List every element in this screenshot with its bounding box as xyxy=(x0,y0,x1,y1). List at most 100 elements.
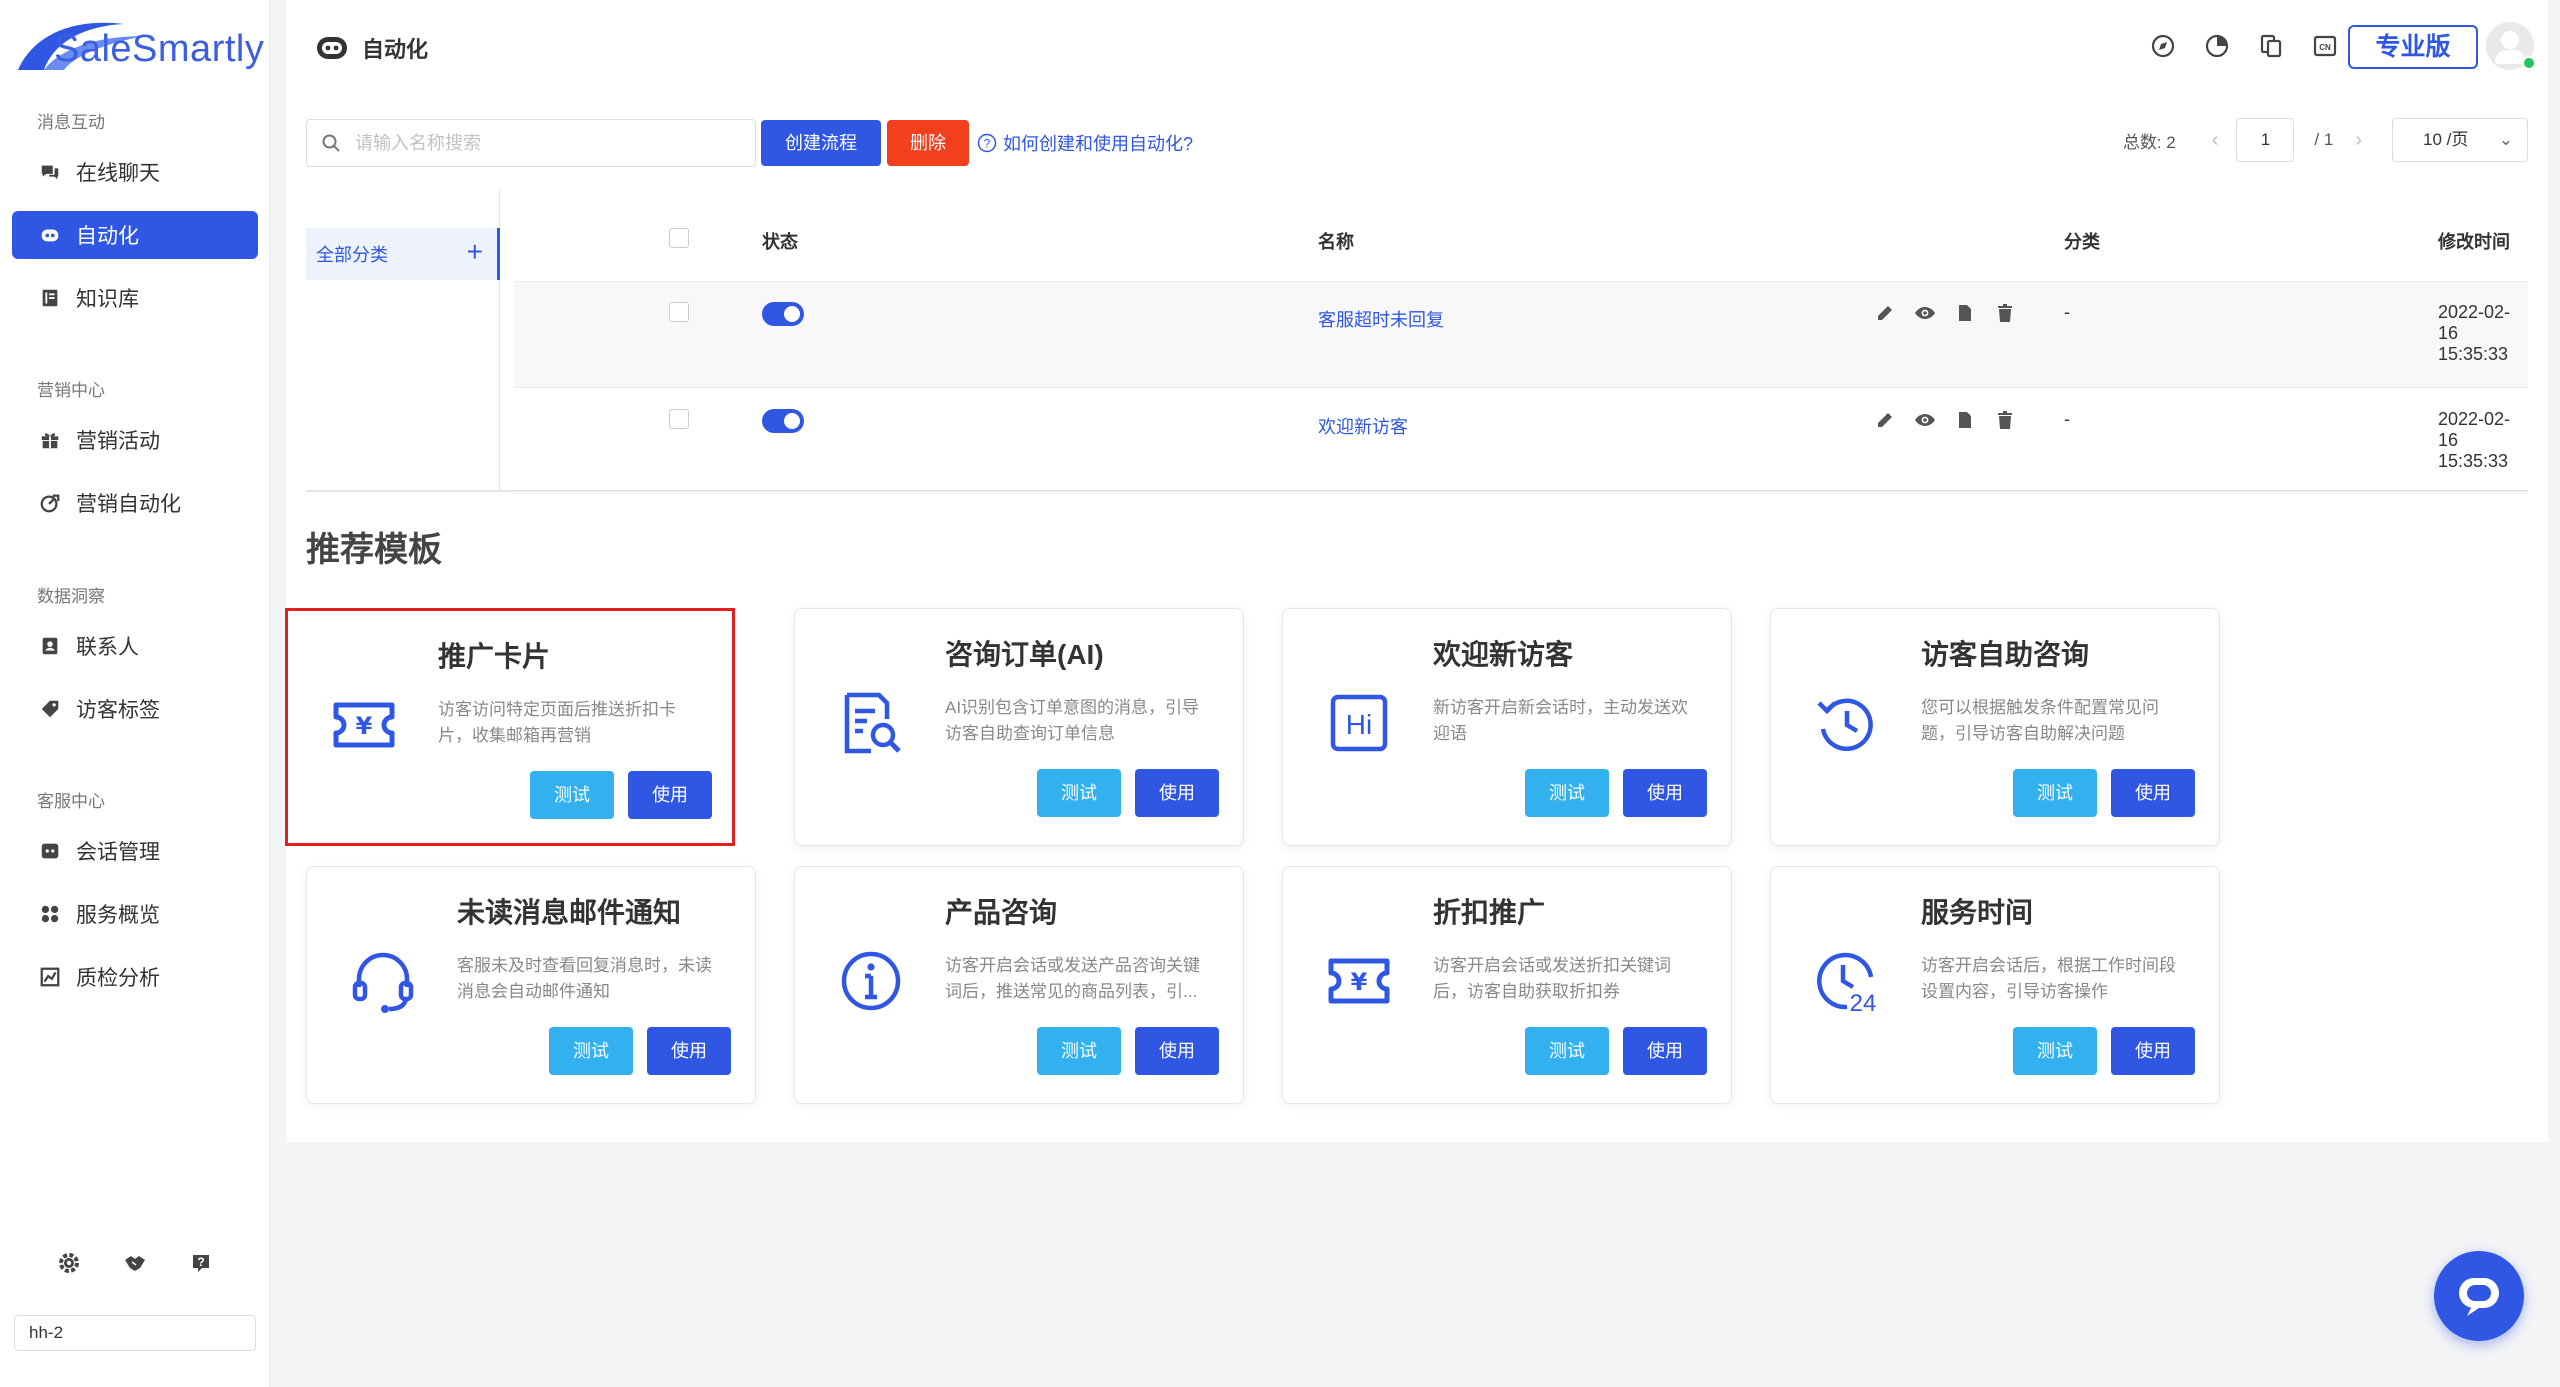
preview-eye-icon[interactable] xyxy=(1914,302,1936,324)
svg-text:CN: CN xyxy=(2319,43,2331,52)
row-actions xyxy=(1874,302,2016,324)
template-title: 咨询订单(AI) xyxy=(945,639,1104,670)
sidebar-item-label: 联系人 xyxy=(76,636,139,659)
info-icon xyxy=(837,947,905,1015)
row-checkbox[interactable] xyxy=(669,409,689,429)
order-search-icon xyxy=(837,689,905,757)
automation-name-link[interactable]: 客服超时未回复 xyxy=(1318,306,1444,332)
language-icon[interactable]: CN xyxy=(2312,33,2338,59)
test-button[interactable]: 测试 xyxy=(549,1027,633,1075)
brand-logo[interactable]: SaleSmartly xyxy=(14,14,264,76)
use-button[interactable]: 使用 xyxy=(1623,1027,1707,1075)
page-size-select[interactable]: 10 /页 ⌄ xyxy=(2392,118,2528,162)
status-toggle[interactable] xyxy=(762,409,804,433)
template-card-product-inquiry[interactable]: 产品咨询 访客开启会话或发送产品咨询关键词后，推送常见的商品列表，引... 测试… xyxy=(794,866,1244,1104)
use-button[interactable]: 使用 xyxy=(647,1027,731,1075)
row-category: - xyxy=(2064,302,2070,322)
test-button[interactable]: 测试 xyxy=(2013,769,2097,817)
use-button[interactable]: 使用 xyxy=(628,771,712,819)
test-button[interactable]: 测试 xyxy=(1525,769,1609,817)
template-title: 推广卡片 xyxy=(438,641,551,672)
template-card-service-hours[interactable]: 24 服务时间 访客开启会话后，根据工作时间段设置内容，引导访客操作 测试 使用 xyxy=(1770,866,2220,1104)
trash-icon[interactable] xyxy=(1994,302,2016,324)
copy-icon[interactable] xyxy=(1954,409,1976,431)
edit-icon[interactable] xyxy=(1874,302,1896,324)
edit-icon[interactable] xyxy=(1874,409,1896,431)
grid-dots-icon xyxy=(38,902,62,926)
template-title: 折扣推广 xyxy=(1433,897,1546,928)
table-row[interactable]: 客服超时未回复 - 2022-02-16 15:35:33 xyxy=(514,282,2528,388)
copy-icon[interactable] xyxy=(2258,33,2284,59)
template-card-promo-card[interactable]: ¥ 推广卡片 访客访问特定页面后推送折扣卡片，收集邮箱再营销 测试 使用 xyxy=(285,608,735,846)
workspace-selector[interactable]: hh-2 xyxy=(14,1315,256,1351)
template-card-unread-email[interactable]: 未读消息邮件通知 客服未及时查看回复消息时，未读消息会自动邮件通知 测试 使用 xyxy=(306,866,756,1104)
template-card-order-ai[interactable]: 咨询订单(AI) AI识别包含订单意图的消息，引导访客自助查询订单信息 测试 使… xyxy=(794,608,1244,846)
sidebar-item-conversations[interactable]: 会话管理 xyxy=(12,827,258,875)
test-button[interactable]: 测试 xyxy=(2013,1027,2097,1075)
sidebar-bottom-tools: ? xyxy=(56,1250,214,1276)
table-row[interactable]: 欢迎新访客 - 2022-02-16 15:35:33 xyxy=(514,388,2528,494)
template-title: 未读消息邮件通知 xyxy=(457,897,682,928)
row-actions xyxy=(1874,409,2016,431)
template-title: 访客自助咨询 xyxy=(1921,639,2090,670)
add-category-icon[interactable]: + xyxy=(467,238,483,266)
category-panel: 全部分类 + xyxy=(306,190,500,490)
robot-icon xyxy=(317,37,347,59)
sidebar-item-visitor-tags[interactable]: 访客标签 xyxy=(12,685,258,733)
sidebar-item-knowledge-base[interactable]: 知识库 xyxy=(12,274,258,322)
automation-name-link[interactable]: 欢迎新访客 xyxy=(1318,413,1408,439)
help-link[interactable]: ? 如何创建和使用自动化? xyxy=(977,130,1193,156)
sidebar-item-quality-analysis[interactable]: 质检分析 xyxy=(12,953,258,1001)
status-toggle[interactable] xyxy=(762,302,804,326)
search-icon xyxy=(322,134,340,152)
use-button[interactable]: 使用 xyxy=(2111,1027,2195,1075)
search-input[interactable] xyxy=(355,132,735,154)
use-button[interactable]: 使用 xyxy=(1135,1027,1219,1075)
handshake-icon[interactable] xyxy=(122,1250,148,1276)
test-button[interactable]: 测试 xyxy=(530,771,614,819)
chat-widget-button[interactable] xyxy=(2434,1251,2524,1341)
page-number-input[interactable]: 1 xyxy=(2236,118,2295,162)
next-page-icon[interactable]: › xyxy=(2355,129,2362,152)
svg-text:Hi: Hi xyxy=(1346,709,1372,740)
template-card-discount-promo[interactable]: ¥ 折扣推广 访客开启会话或发送折扣关键词后，访客自助获取折扣券 测试 使用 xyxy=(1282,866,1732,1104)
chevron-down-icon: ⌄ xyxy=(2498,130,2513,149)
compass-icon[interactable] xyxy=(2150,33,2176,59)
sidebar-item-live-chat[interactable]: 在线聊天 xyxy=(12,148,258,196)
copy-icon[interactable] xyxy=(1954,302,1976,324)
total-count: 总数: 2 xyxy=(2122,132,2176,152)
tag-icon xyxy=(38,697,62,721)
gear-icon[interactable] xyxy=(56,1250,82,1276)
template-desc: AI识别包含订单意图的消息，引导访客自助查询订单信息 xyxy=(945,698,1200,743)
create-flow-button[interactable]: 创建流程 xyxy=(761,120,881,166)
sidebar-item-campaigns[interactable]: 营销活动 xyxy=(12,416,258,464)
headset-icon xyxy=(349,947,417,1015)
sidebar-item-automation[interactable]: 自动化 xyxy=(12,211,258,259)
use-button[interactable]: 使用 xyxy=(2111,769,2195,817)
column-header-category: 分类 xyxy=(2064,232,2100,252)
sidebar-item-marketing-automation[interactable]: 营销自动化 xyxy=(12,479,258,527)
use-button[interactable]: 使用 xyxy=(1623,769,1707,817)
test-button[interactable]: 测试 xyxy=(1525,1027,1609,1075)
plan-upgrade-button[interactable]: 专业版 xyxy=(2348,25,2478,69)
sidebar-item-contacts[interactable]: 联系人 xyxy=(12,622,258,670)
delete-button[interactable]: 删除 xyxy=(887,120,969,166)
trash-icon[interactable] xyxy=(1994,409,2016,431)
select-all-checkbox[interactable] xyxy=(669,228,689,248)
use-button[interactable]: 使用 xyxy=(1135,769,1219,817)
template-card-self-service[interactable]: 访客自助咨询 您可以根据触发条件配置常见问题，引导访客自助解决问题 测试 使用 xyxy=(1770,608,2220,846)
test-button[interactable]: 测试 xyxy=(1037,1027,1121,1075)
test-button[interactable]: 测试 xyxy=(1037,769,1121,817)
category-all-label: 全部分类 xyxy=(316,245,388,265)
help-icon[interactable]: ? xyxy=(188,1250,214,1276)
sidebar-item-service-overview[interactable]: 服务概览 xyxy=(12,890,258,938)
row-checkbox[interactable] xyxy=(669,302,689,322)
template-title: 欢迎新访客 xyxy=(1433,639,1574,670)
online-status-dot xyxy=(2522,56,2536,70)
template-card-welcome[interactable]: Hi 欢迎新访客 新访客开启新会话时，主动发送欢迎语 测试 使用 xyxy=(1282,608,1732,846)
category-all[interactable]: 全部分类 + xyxy=(306,228,500,280)
pie-chart-icon[interactable] xyxy=(2204,33,2230,59)
prev-page-icon[interactable]: ‹ xyxy=(2212,129,2219,152)
preview-eye-icon[interactable] xyxy=(1914,409,1936,431)
search-box[interactable] xyxy=(306,119,756,167)
